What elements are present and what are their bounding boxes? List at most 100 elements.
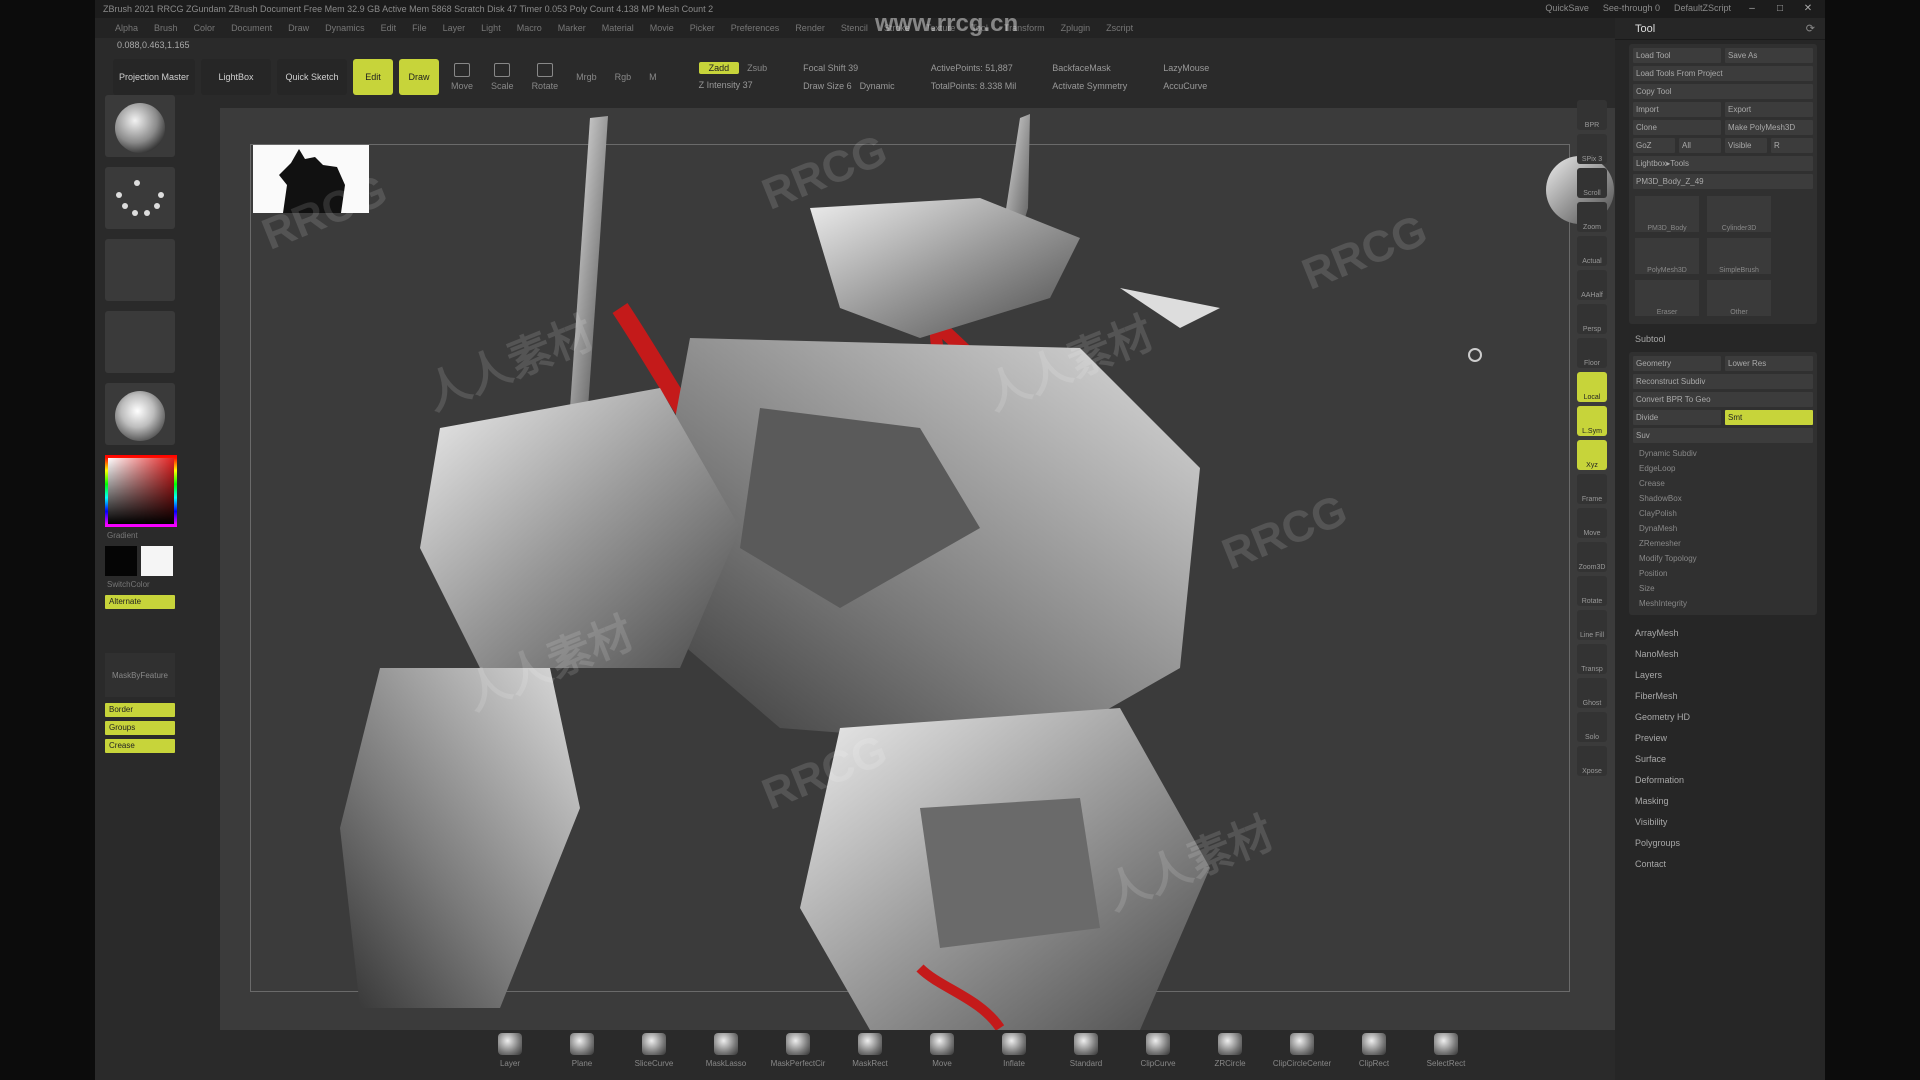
copy-tool-button[interactable]: Copy Tool [1633, 84, 1813, 99]
material-slot[interactable] [105, 383, 175, 445]
menu-item-layer[interactable]: Layer [443, 23, 466, 33]
lightbox-tools-button[interactable]: Lightbox▸Tools [1633, 156, 1813, 171]
dynamic-toggle[interactable]: Dynamic [860, 79, 895, 93]
dynamic-subdiv-item[interactable]: Dynamic Subdiv [1633, 446, 1813, 461]
subpalette-item[interactable]: Visibility [1629, 812, 1817, 833]
mask-by-feature-button[interactable]: MaskByFeature [105, 653, 175, 697]
meshintegrity-item[interactable]: MeshIntegrity [1633, 596, 1813, 611]
bpr-button[interactable]: BPR [1577, 100, 1607, 130]
groups-button[interactable]: Groups [105, 721, 175, 735]
menu-item-zplugin[interactable]: Zplugin [1061, 23, 1091, 33]
tool-thumb[interactable]: SimpleBrush [1707, 238, 1771, 274]
subtool-section[interactable]: Subtool [1629, 330, 1825, 348]
rotate-button[interactable]: Rotate [526, 63, 565, 91]
shelf-brush[interactable]: MaskRect [845, 1033, 895, 1068]
seethrough-slider[interactable]: See-through 0 [1603, 3, 1660, 15]
shelf-brush[interactable]: ClipRect [1349, 1033, 1399, 1068]
position-item[interactable]: Position [1633, 566, 1813, 581]
zremesher-item[interactable]: ZRemesher [1633, 536, 1813, 551]
alpha-slot[interactable] [105, 239, 175, 301]
main-color-swatch[interactable] [141, 546, 173, 576]
default-zscript-button[interactable]: DefaultZScript [1674, 3, 1731, 15]
switch-color-label[interactable]: SwitchColor [107, 580, 181, 589]
zoom3d-button[interactable]: Zoom3D [1577, 542, 1607, 572]
geometry-header[interactable]: Geometry [1633, 356, 1721, 371]
menu-item-edit[interactable]: Edit [381, 23, 397, 33]
claypolish-item[interactable]: ClayPolish [1633, 506, 1813, 521]
smt-toggle[interactable]: Smt [1725, 410, 1813, 425]
persp-button[interactable]: Persp [1577, 304, 1607, 334]
goz-button[interactable]: GoZ [1633, 138, 1675, 153]
menu-item-material[interactable]: Material [602, 23, 634, 33]
ghost-button[interactable]: Ghost [1577, 678, 1607, 708]
save-as-button[interactable]: Save As [1725, 48, 1813, 63]
menu-item-stencil[interactable]: Stencil [841, 23, 868, 33]
projection-master-button[interactable]: Projection Master [113, 59, 196, 95]
shelf-brush[interactable]: SelectRect [1421, 1033, 1471, 1068]
subpalette-item[interactable]: NanoMesh [1629, 644, 1817, 665]
crease-button[interactable]: Crease [105, 739, 175, 753]
lightbox-button[interactable]: LightBox [201, 59, 272, 95]
mrgb-button[interactable]: Mrgb [570, 72, 603, 82]
reconstruct-subdiv-button[interactable]: Reconstruct Subdiv [1633, 374, 1813, 389]
shelf-brush[interactable]: Standard [1061, 1033, 1111, 1068]
divide-button[interactable]: Divide [1633, 410, 1721, 425]
quicksave-button[interactable]: QuickSave [1545, 3, 1589, 15]
brush-slot[interactable] [105, 95, 175, 157]
activate-symmetry-button[interactable]: Activate Symmetry [1052, 79, 1127, 93]
convert-bpr-button[interactable]: Convert BPR To Geo [1633, 392, 1813, 407]
import-button[interactable]: Import [1633, 102, 1721, 117]
local-button[interactable]: Local [1577, 372, 1607, 402]
shelf-brush[interactable]: SliceCurve [629, 1033, 679, 1068]
gradient-label[interactable]: Gradient [107, 531, 181, 540]
close-icon[interactable]: ✕ [1801, 3, 1815, 15]
shelf-brush[interactable]: MaskLasso [701, 1033, 751, 1068]
rotate-view-button[interactable]: Rotate [1577, 576, 1607, 606]
frame-button[interactable]: Frame [1577, 474, 1607, 504]
draw-button[interactable]: Draw [399, 59, 440, 95]
transp-button[interactable]: Transp [1577, 644, 1607, 674]
crease-item[interactable]: Crease [1633, 476, 1813, 491]
xyz-button[interactable]: Xyz [1577, 440, 1607, 470]
scale-button[interactable]: Scale [485, 63, 520, 91]
subpalette-item[interactable]: Preview [1629, 728, 1817, 749]
scroll-button[interactable]: Scroll [1577, 168, 1607, 198]
subpalette-item[interactable]: Surface [1629, 749, 1817, 770]
z-intensity-slider[interactable]: Z Intensity 37 [699, 78, 768, 92]
subpalette-item[interactable]: FiberMesh [1629, 686, 1817, 707]
shelf-brush[interactable]: MaskPerfectCir [771, 1033, 825, 1068]
aahalf-button[interactable]: AAHalf [1577, 270, 1607, 300]
lazymouse-button[interactable]: LazyMouse [1163, 61, 1209, 75]
shelf-brush[interactable]: ClipCircleCenter [1273, 1033, 1331, 1068]
tool-thumb[interactable]: PM3D_Body [1635, 196, 1699, 232]
subpalette-item[interactable]: Geometry HD [1629, 707, 1817, 728]
maximize-icon[interactable]: □ [1773, 3, 1787, 15]
zoom-button[interactable]: Zoom [1577, 202, 1607, 232]
stroke-slot[interactable] [105, 167, 175, 229]
zsub-button[interactable]: Zsub [747, 63, 767, 73]
r-button[interactable]: R [1771, 138, 1813, 153]
texture-slot[interactable] [105, 311, 175, 373]
refresh-icon[interactable]: ⟳ [1806, 22, 1815, 35]
mecha-model[interactable] [220, 108, 1680, 1030]
load-tool-button[interactable]: Load Tool [1633, 48, 1721, 63]
shelf-brush[interactable]: ZRCircle [1205, 1033, 1255, 1068]
visible-button[interactable]: Visible [1725, 138, 1767, 153]
modify-topology-item[interactable]: Modify Topology [1633, 551, 1813, 566]
export-button[interactable]: Export [1725, 102, 1813, 117]
floor-button[interactable]: Floor [1577, 338, 1607, 368]
move-button[interactable]: Move [445, 63, 479, 91]
subpalette-item[interactable]: Deformation [1629, 770, 1817, 791]
clone-button[interactable]: Clone [1633, 120, 1721, 135]
subpalette-item[interactable]: Layers [1629, 665, 1817, 686]
shelf-brush[interactable]: Inflate [989, 1033, 1039, 1068]
subpalette-item[interactable]: Masking [1629, 791, 1817, 812]
subpalette-item[interactable]: Contact [1629, 854, 1817, 875]
edgeloop-item[interactable]: EdgeLoop [1633, 461, 1813, 476]
size-item[interactable]: Size [1633, 581, 1813, 596]
rgb-button[interactable]: Rgb [609, 72, 638, 82]
menu-item-draw[interactable]: Draw [288, 23, 309, 33]
menu-item-marker[interactable]: Marker [558, 23, 586, 33]
backface-mask-button[interactable]: BackfaceMask [1052, 61, 1127, 75]
menu-item-light[interactable]: Light [481, 23, 501, 33]
